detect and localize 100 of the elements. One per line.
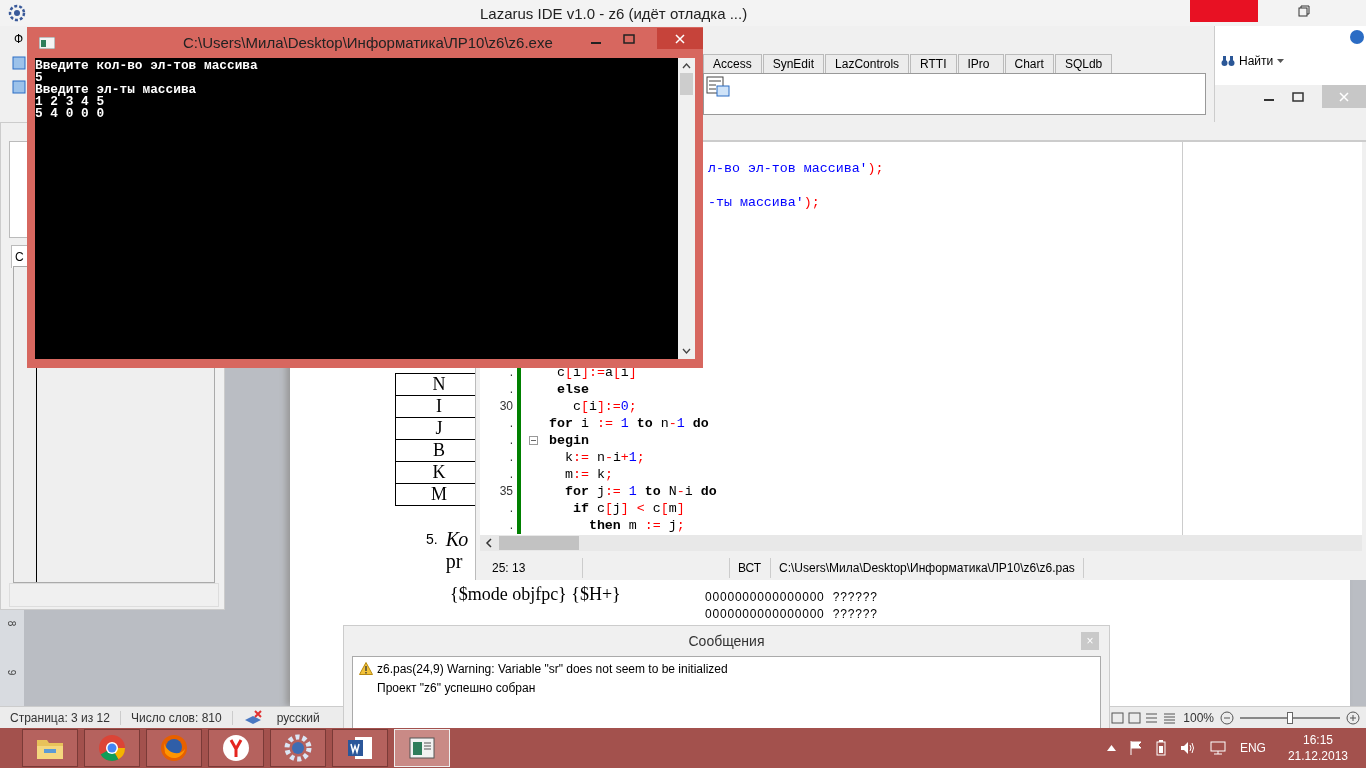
code-line: c[i]:=0; xyxy=(571,398,637,415)
scrollbar-thumb[interactable] xyxy=(499,536,579,550)
window-title: Сообщения xyxy=(688,633,765,649)
palette-tab[interactable]: Access xyxy=(703,54,762,73)
word-count[interactable]: Число слов: 810 xyxy=(120,710,233,725)
zoom-level[interactable]: 100% xyxy=(1183,710,1214,725)
code-text: {$mode objfpc} {$H+} xyxy=(450,584,622,605)
dialog-component-icon[interactable] xyxy=(706,76,730,97)
chrome-icon xyxy=(99,735,125,762)
minimize-icon[interactable] xyxy=(1264,98,1274,101)
page-count[interactable]: Страница: 3 из 12 xyxy=(0,710,121,725)
console-icon xyxy=(39,36,55,49)
line-number: 35 xyxy=(498,483,513,500)
language-indicator[interactable]: ENG xyxy=(1239,741,1266,755)
code-line: for i := 1 to n-1 do xyxy=(549,415,709,432)
output-text: 0000000000000000 ?????? xyxy=(705,589,878,606)
show-hidden-icons[interactable] xyxy=(1106,745,1116,751)
table-cell-text: N xyxy=(431,374,447,395)
code-line: -ты массива'); xyxy=(708,194,820,211)
code-line: л-во эл-тов массива'); xyxy=(708,160,884,177)
palette-tab[interactable]: LazControls xyxy=(825,54,910,73)
palette-tab[interactable]: Chart xyxy=(1004,54,1054,73)
maximize-icon[interactable] xyxy=(1292,91,1304,102)
code-line: if c[j] < c[m] xyxy=(571,500,685,517)
clock-date[interactable]: 21.12.2013 xyxy=(1287,748,1348,764)
minimize-icon[interactable] xyxy=(591,41,601,44)
code-line: m:= k; xyxy=(563,466,613,483)
palette-tab[interactable]: RTTI xyxy=(910,54,957,73)
restore-icon[interactable] xyxy=(1298,5,1310,17)
document-icon xyxy=(348,737,372,759)
line-number: . xyxy=(508,500,513,517)
spellcheck-icon[interactable] xyxy=(244,709,262,724)
caret-icon xyxy=(1277,59,1285,63)
firefox-icon xyxy=(161,735,187,761)
folder-icon xyxy=(37,740,63,759)
help-icon[interactable] xyxy=(1350,30,1364,44)
line-number: . xyxy=(508,415,513,432)
line-number: . xyxy=(508,517,513,534)
flag-icon[interactable] xyxy=(1130,741,1142,755)
taskbar-button[interactable] xyxy=(22,729,78,767)
taskbar-button[interactable] xyxy=(84,729,140,767)
yandex-browser-icon xyxy=(223,735,249,761)
taskbar-button[interactable] xyxy=(146,729,202,767)
list-number: 5. xyxy=(426,530,438,549)
binoculars-icon xyxy=(1221,56,1235,66)
line-number: . xyxy=(508,381,513,398)
network-icon[interactable] xyxy=(1210,741,1226,755)
zoom-in-icon[interactable] xyxy=(1346,711,1360,724)
horizontal-scrollbar[interactable] xyxy=(480,535,1362,551)
paragraph-text: Ко xyxy=(445,528,469,550)
file-path: C:\Users\Мила\Desktop\Информатика\ЛР10\z6\z6.pas xyxy=(771,558,1084,578)
close-button[interactable] xyxy=(657,28,703,49)
line-number: . xyxy=(508,466,513,483)
maximize-icon[interactable] xyxy=(623,33,635,44)
console-output-line: 5 4 0 0 0 xyxy=(35,108,106,120)
window-title: C:\Users\Мила\Desktop\Информатика\ЛР10\z6\z6.exe xyxy=(183,34,553,51)
palette-tab[interactable]: SQLdb xyxy=(1054,54,1113,73)
menu-item[interactable]: Ф xyxy=(14,32,24,46)
message-text[interactable]: Проект "z6" успешно собран xyxy=(377,680,536,695)
code-line: else xyxy=(555,381,589,398)
taskbar-button[interactable] xyxy=(208,729,264,767)
fold-icon[interactable] xyxy=(529,436,538,445)
code-line: for j:= 1 to N-i do xyxy=(563,483,717,500)
window-title: Lazarus IDE v1.0 - z6 (идёт отладка ...) xyxy=(480,4,748,22)
gear-icon xyxy=(284,734,312,762)
vertical-scrollbar[interactable] xyxy=(678,58,695,359)
battery-icon[interactable] xyxy=(1156,740,1166,756)
line-number: 30 xyxy=(498,398,513,415)
taskbar-button[interactable] xyxy=(270,729,326,767)
code-line: k:= n-i+1; xyxy=(563,449,645,466)
clock-time[interactable]: 16:15 xyxy=(1302,732,1333,748)
taskbar-button[interactable] xyxy=(332,729,388,767)
console-output-line: 5 xyxy=(35,72,43,84)
scroll-up-icon[interactable] xyxy=(682,63,691,69)
cursor-position: 25: 13 xyxy=(476,558,583,578)
code-line: begin xyxy=(549,432,589,449)
scroll-down-icon[interactable] xyxy=(682,348,691,354)
close-icon xyxy=(675,33,685,44)
output-text: 0000000000000000 ?????? xyxy=(705,606,878,623)
zoom-out-icon[interactable] xyxy=(1220,711,1234,724)
close-icon xyxy=(1339,91,1349,102)
palette-tab[interactable]: IPro xyxy=(957,54,1004,73)
inspector-tab[interactable]: С xyxy=(11,245,28,268)
scroll-left-icon[interactable] xyxy=(485,538,492,548)
volume-icon[interactable] xyxy=(1180,742,1194,754)
palette-tab[interactable]: SynEdit xyxy=(762,54,825,73)
line-number: . xyxy=(508,364,513,381)
gear-icon xyxy=(8,4,26,22)
console-output-line: Введите кол-во эл-тов массива xyxy=(35,60,259,72)
console-output-line: 1 2 3 4 5 xyxy=(35,96,106,108)
find-button[interactable]: Найти xyxy=(1219,52,1287,70)
vertical-ruler: 8 9 xyxy=(0,610,24,706)
scrollbar-thumb[interactable] xyxy=(680,73,693,95)
console-output-line: Введите эл-ты массива xyxy=(35,84,198,96)
warning-icon xyxy=(359,662,373,675)
line-number: . xyxy=(508,432,513,449)
message-text[interactable]: z6.pas(24,9) Warning: Variable "sr" does not seem to be initialized xyxy=(377,661,728,676)
insert-mode: ВСТ xyxy=(730,558,771,578)
line-number: . xyxy=(508,449,513,466)
language-indicator[interactable]: русский xyxy=(262,710,330,725)
